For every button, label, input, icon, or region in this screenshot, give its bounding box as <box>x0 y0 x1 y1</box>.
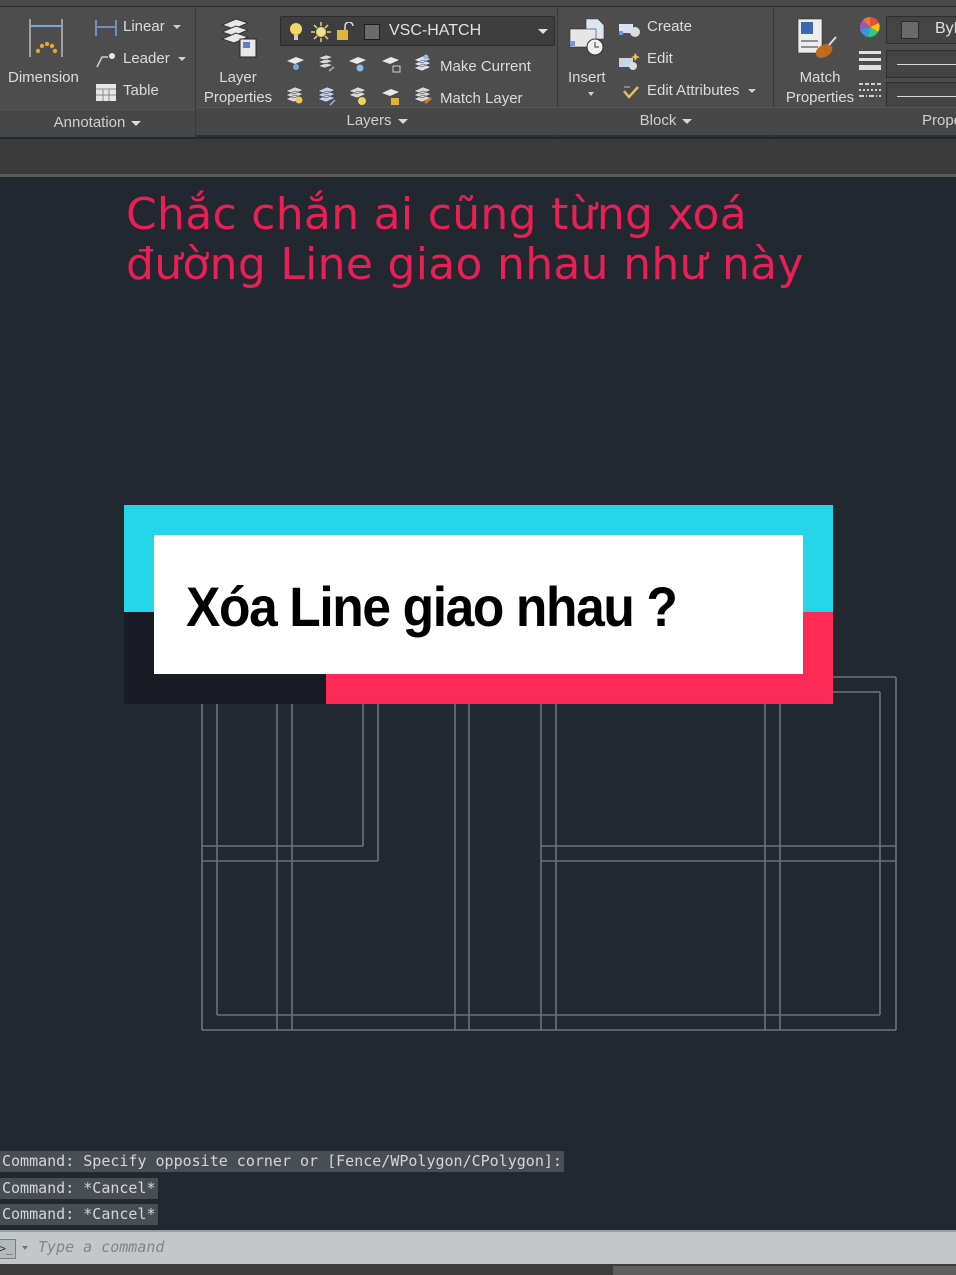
command-input[interactable]: >_ Type a command <box>0 1230 956 1264</box>
match-properties-label: Match Properties <box>785 69 855 106</box>
edit-attributes-dropdown-icon <box>747 89 756 94</box>
linear-button[interactable]: Linear <box>94 17 190 39</box>
command-history-line: Command: *Cancel* <box>0 1178 158 1199</box>
banner-title: Xóa Line giao nhau ? <box>186 575 678 638</box>
make-current-button[interactable]: Make Current <box>440 58 531 75</box>
color-dropdown[interactable]: ByL <box>886 16 956 44</box>
layer-properties-label: Layer Properties <box>203 69 273 106</box>
layer-thaw-icon[interactable] <box>347 85 371 107</box>
edit-attributes-icon <box>623 86 639 99</box>
insert-block-icon <box>569 18 605 56</box>
ribbon: Dimension Linear Leader Table Annotation… <box>0 7 956 137</box>
sun-thaw-icon <box>311 22 331 42</box>
layout-tabs[interactable] <box>613 1266 956 1275</box>
insert-label: Insert <box>568 69 606 86</box>
create-block-button[interactable]: Create <box>618 17 758 39</box>
headline-overlay: Chắc chắn ai cũng từng xoá đường Line gi… <box>126 190 804 290</box>
headline-line-1: Chắc chắn ai cũng từng xoá <box>126 189 748 240</box>
layers-panel-title[interactable]: Layers <box>196 107 558 135</box>
linear-dimension-icon <box>95 20 117 36</box>
insert-dropdown-icon[interactable] <box>588 92 594 96</box>
unlock-icon <box>337 22 354 40</box>
command-history-line: Command: Specify opposite corner or [Fen… <box>0 1151 564 1172</box>
layer-unisolate-icon[interactable] <box>316 85 338 107</box>
lightbulb-on-icon <box>290 23 302 40</box>
edit-label: Edit <box>647 50 673 67</box>
layer-on-icon[interactable] <box>284 85 306 107</box>
dimension-icon <box>29 19 63 57</box>
leader-dropdown-icon <box>177 57 186 62</box>
color-wheel-icon <box>860 17 880 37</box>
match-properties-icon <box>797 18 837 58</box>
command-history-line: Command: *Cancel* <box>0 1204 158 1225</box>
title-bar <box>0 0 956 7</box>
table-icon <box>96 84 116 101</box>
layer-lock-icon[interactable] <box>381 55 403 75</box>
layer-properties-button[interactable]: Layer Properties <box>200 11 276 111</box>
leader-button[interactable]: Leader <box>94 49 190 71</box>
layer-dropdown[interactable]: VSC-HATCH <box>280 16 555 46</box>
table-button[interactable]: Table <box>94 81 190 103</box>
annotation-panel: Dimension Linear Leader Table Annotation <box>0 7 196 137</box>
table-label: Table <box>123 82 159 99</box>
dimension-label: Dimension <box>8 69 79 86</box>
linetype-preview <box>897 96 956 97</box>
recent-commands-dropdown-icon[interactable] <box>22 1246 28 1250</box>
create-block-icon <box>619 24 640 37</box>
match-layer-icon[interactable] <box>412 85 434 107</box>
status-bar <box>0 1264 956 1275</box>
lineweight-dropdown[interactable] <box>886 50 956 78</box>
linetype-dropdown[interactable] <box>886 82 956 110</box>
linear-dropdown-icon <box>172 25 181 30</box>
edit-block-icon <box>619 53 640 70</box>
layers-expand-icon <box>397 118 408 124</box>
color-value: ByL <box>935 20 956 37</box>
layer-freeze-icon[interactable] <box>348 55 370 75</box>
color-swatch <box>901 21 919 39</box>
layer-isolate-icon[interactable] <box>316 53 336 73</box>
edit-block-button[interactable]: Edit <box>618 49 758 71</box>
layer-off-icon[interactable] <box>286 55 306 73</box>
annotation-expand-icon <box>131 120 142 126</box>
layer-properties-icon <box>220 18 257 58</box>
block-expand-icon <box>682 118 693 124</box>
layer-dropdown-arrow-icon[interactable] <box>538 29 548 34</box>
block-panel-title[interactable]: Block <box>558 107 774 135</box>
linear-label: Linear <box>123 18 181 35</box>
insert-button[interactable]: Insert <box>564 11 614 105</box>
lineweight-preview <box>897 64 956 65</box>
lineweight-icon <box>859 51 881 70</box>
match-properties-button[interactable]: Match Properties <box>778 11 854 111</box>
file-tab-bar <box>0 139 956 177</box>
dimension-button[interactable]: Dimension <box>4 11 88 101</box>
annotation-panel-title[interactable]: Annotation <box>0 109 195 137</box>
make-current-icon[interactable] <box>412 53 434 75</box>
linetype-icon <box>859 83 881 97</box>
edit-attributes-button[interactable]: Edit Attributes <box>618 81 768 103</box>
current-layer-name: VSC-HATCH <box>389 22 482 39</box>
create-label: Create <box>647 18 693 35</box>
match-layer-button[interactable]: Match Layer <box>440 90 523 107</box>
command-prompt-icon[interactable]: >_ <box>0 1239 16 1259</box>
edit-attributes-label: Edit Attributes <box>647 82 756 99</box>
layer-unlock-icon[interactable] <box>381 87 403 107</box>
command-placeholder: Type a command <box>38 1238 165 1256</box>
headline-line-2: đường Line giao nhau như này <box>126 239 804 290</box>
leader-label: Leader <box>123 50 186 67</box>
properties-panel-title[interactable]: Properties <box>774 107 956 135</box>
drawing-canvas[interactable] <box>0 180 956 1228</box>
leader-icon <box>96 53 115 68</box>
layer-color-swatch <box>364 24 380 40</box>
